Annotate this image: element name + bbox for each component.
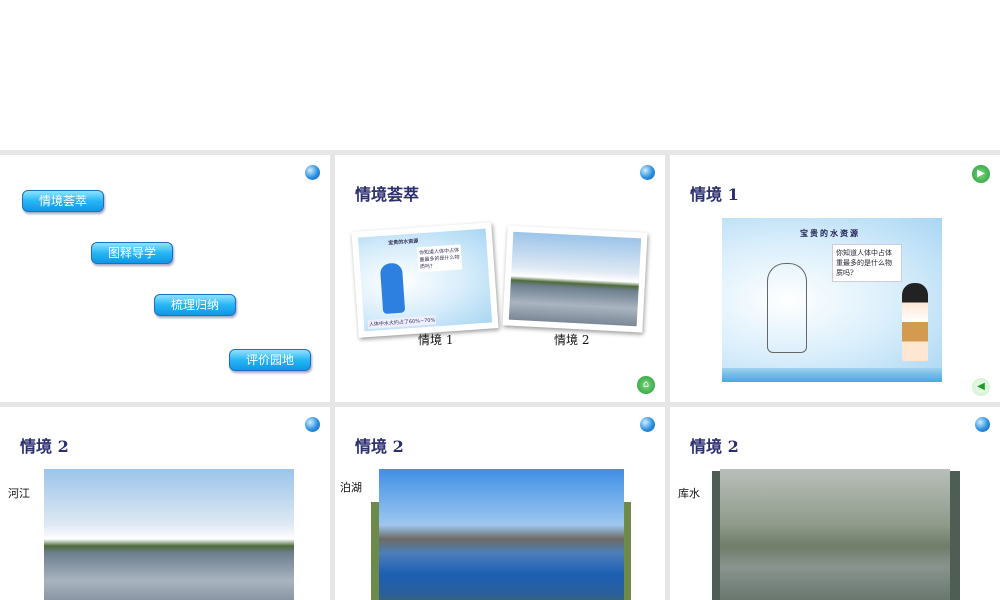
scenario-1-photo[interactable]: 宝贵的水资源 你知道人体中占体重最多的是什么物质吗? 人体中水大约占了60%~7… — [351, 222, 499, 338]
back-arrow-icon[interactable]: ◀ — [972, 378, 990, 396]
water-resources-card[interactable]: 宝贵的水资源 你知道人体中占体重最多的是什么物质吗? — [722, 218, 942, 382]
caption-scenario-1: 情境 1 — [418, 333, 454, 347]
side-label-river: 河江 — [8, 487, 30, 500]
blank-area — [0, 0, 1000, 150]
teacher-character — [902, 283, 928, 361]
slide-title: 情境 2 — [20, 437, 69, 456]
speech-bubble: 你知道人体中占体重最多的是什么物质吗? — [832, 244, 902, 282]
globe-icon[interactable] — [305, 165, 320, 180]
slide-thumbnail-4[interactable]: 情境 2 河江 — [0, 407, 330, 600]
scenario-2-photo[interactable] — [502, 225, 648, 333]
reservoir-photo — [720, 469, 950, 600]
slide-title: 情境 1 — [690, 185, 739, 204]
caption-scenario-2: 情境 2 — [554, 333, 590, 347]
globe-icon[interactable] — [640, 165, 655, 180]
slide-thumbnail-3[interactable]: ▶ 情境 1 宝贵的水资源 你知道人体中占体重最多的是什么物质吗? ◀ — [670, 155, 1000, 402]
slide-thumbnail-1[interactable]: 情境荟萃 图释导学 梳理归纳 评价园地 — [0, 155, 330, 402]
globe-icon[interactable] — [305, 417, 320, 432]
nav-button-scenarios[interactable]: 情境荟萃 — [22, 190, 104, 212]
slide-title: 情境荟萃 — [355, 185, 420, 204]
thumb-card-title: 宝贵的水资源 — [388, 238, 419, 247]
globe-icon[interactable] — [640, 417, 655, 432]
nav-button-illustrated-guide[interactable]: 图释导学 — [91, 242, 173, 264]
slide-thumbnail-2[interactable]: 情境荟萃 宝贵的水资源 你知道人体中占体重最多的是什么物质吗? 人体中水大约占了… — [335, 155, 665, 402]
lake-photo — [379, 469, 624, 600]
card-title: 宝贵的水资源 — [800, 228, 860, 238]
slide-thumbnail-5[interactable]: 情境 2 泊湖 — [335, 407, 665, 600]
nav-button-evaluation[interactable]: 评价园地 — [229, 349, 311, 371]
slide-title: 情境 2 — [355, 437, 404, 456]
thumb-speech-bubble: 你知道人体中占体重最多的是什么物质吗? — [416, 244, 463, 273]
river-photo — [44, 469, 294, 600]
nav-button-summary[interactable]: 梳理归纳 — [154, 294, 236, 316]
globe-icon[interactable] — [975, 417, 990, 432]
side-label-reservoir: 库水 — [678, 487, 700, 500]
body-outline — [767, 263, 807, 353]
home-icon[interactable]: ⌂ — [637, 376, 655, 394]
card-toolbar — [722, 368, 942, 382]
side-label-lake: 泊湖 — [340, 481, 362, 494]
video-icon[interactable]: ▶ — [972, 165, 990, 183]
body-figure — [379, 262, 406, 314]
thumb-footer-text: 人体中水大约占了60%~70% — [367, 315, 437, 330]
slide-title: 情境 2 — [690, 437, 739, 456]
slide-thumbnail-6[interactable]: 情境 2 库水 — [670, 407, 1000, 600]
